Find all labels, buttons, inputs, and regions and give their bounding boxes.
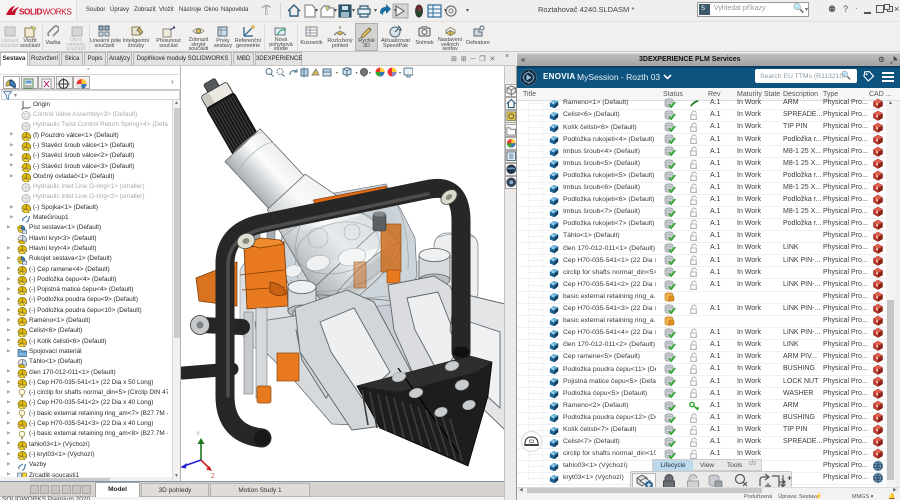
svg-text:WORKS: WORKS <box>43 8 73 17</box>
svg-text:SOLID: SOLID <box>19 8 43 17</box>
svg-text:Z: Z <box>211 474 215 480</box>
svg-text:Y: Y <box>196 432 200 438</box>
